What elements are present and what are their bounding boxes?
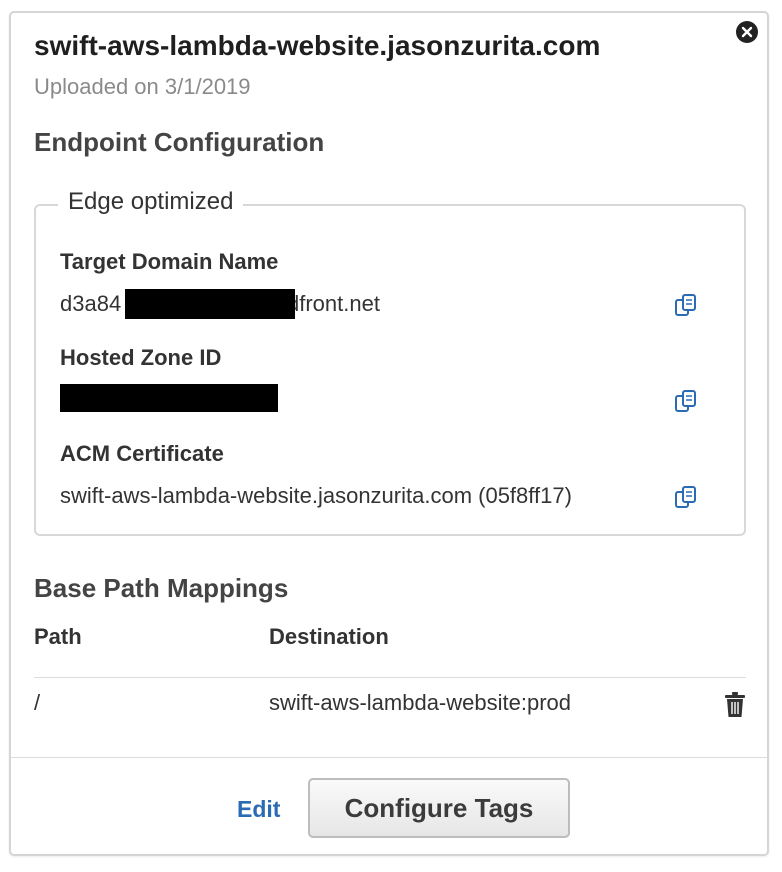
table-header-divider <box>34 677 746 678</box>
column-header-path: Path <box>34 624 82 649</box>
copy-icon <box>675 390 696 412</box>
configure-tags-button[interactable]: Configure Tags <box>308 778 570 838</box>
delete-mapping-button[interactable] <box>722 691 748 719</box>
copy-target-domain-button[interactable] <box>672 291 700 319</box>
page-title: swift-aws-lambda-website.jasonzurita.com <box>34 30 601 61</box>
endpoint-type-legend: Edge optimized <box>58 188 244 216</box>
hosted-zone-id-redacted <box>60 384 278 412</box>
column-header-destination: Destination <box>269 624 389 649</box>
footer-divider <box>11 757 767 758</box>
base-path-mappings-heading: Base Path Mappings <box>34 573 289 603</box>
target-domain-name-label: Target Domain Name <box>60 249 279 274</box>
copy-hosted-zone-button[interactable] <box>672 387 700 415</box>
mapping-path: / <box>34 690 41 715</box>
target-domain-name-suffix: dfront.net <box>287 291 380 316</box>
close-button[interactable] <box>736 21 758 43</box>
close-icon <box>741 26 753 38</box>
target-domain-name-prefix: d3a84 <box>60 291 122 316</box>
hosted-zone-id-label: Hosted Zone ID <box>60 345 222 370</box>
edit-link[interactable]: Edit <box>237 796 280 823</box>
endpoint-configuration-heading: Endpoint Configuration <box>34 127 325 157</box>
redaction-bar <box>125 289 295 319</box>
mapping-destination: swift-aws-lambda-website:prod <box>269 690 571 715</box>
copy-icon <box>675 486 696 508</box>
acm-certificate-label: ACM Certificate <box>60 441 224 466</box>
upload-date: Uploaded on 3/1/2019 <box>34 74 251 99</box>
copy-acm-certificate-button[interactable] <box>672 483 700 511</box>
acm-certificate-value: swift-aws-lambda-website.jasonzurita.com… <box>60 483 572 508</box>
copy-icon <box>675 294 696 316</box>
trash-icon <box>725 692 745 717</box>
